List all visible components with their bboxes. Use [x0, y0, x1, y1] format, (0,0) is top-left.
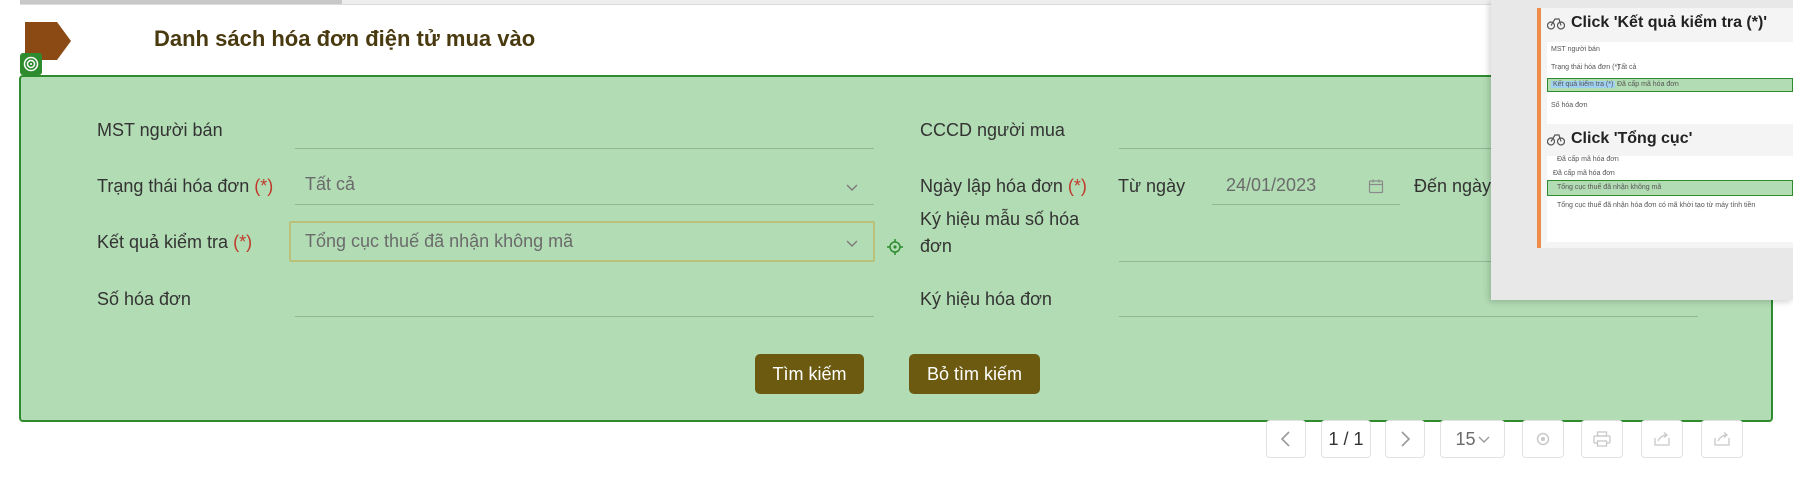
tu-ngay-underline: [1212, 204, 1400, 205]
page-indicator: 1 / 1: [1321, 420, 1371, 458]
ky-hieu-mau-label-line2: đơn: [920, 236, 952, 256]
gear-icon: [1536, 432, 1550, 446]
scrollbar-thumb[interactable]: [20, 0, 342, 4]
ket-qua-label: Kết quả kiểm tra (*): [97, 232, 252, 253]
search-button[interactable]: Tìm kiếm: [755, 354, 864, 394]
mst-nguoi-ban-label: MST người bán: [97, 120, 223, 140]
cccd-nguoi-mua-label: CCCD người mua: [920, 120, 1065, 140]
crosshair-icon: [887, 239, 903, 255]
trang-thai-label: Trạng thái hóa đơn (*): [97, 176, 273, 197]
tutorial-steps-panel: Click 'Kết quả kiểm tra (*)' MST người b…: [1491, 0, 1793, 300]
mini-option-2: Tổng cục thuế đã nhận hóa đơn có mã khởi…: [1557, 202, 1756, 209]
ket-qua-label-text: Kết quả kiểm tra: [97, 232, 229, 252]
mini-da-cap: Đã cấp mã hóa đơn: [1617, 81, 1679, 88]
trang-thai-select[interactable]: Tất cả: [305, 174, 355, 195]
bicycle-icon: [1547, 18, 1565, 30]
next-page-button[interactable]: [1385, 420, 1425, 458]
step-title-text: Click 'Kết quả kiểm tra (*)': [1571, 14, 1768, 31]
page-title: Danh sách hóa đơn điện tử mua vào: [154, 26, 536, 51]
step-screenshot: MST người bán Trạng thái hóa đơn (*) Tất…: [1547, 42, 1793, 124]
step-card-ket-qua[interactable]: Click 'Kết quả kiểm tra (*)' MST người b…: [1537, 8, 1793, 128]
mini-top-text: Đã cấp mã hóa đơn: [1557, 156, 1619, 163]
clear-search-button[interactable]: Bỏ tìm kiếm: [909, 354, 1040, 394]
ky-hieu-mau-label: Ký hiệu mẫu số hóa đơn: [920, 206, 1079, 260]
mini-so-hoa-don-label: Số hóa đơn: [1551, 102, 1588, 109]
chevron-down-icon[interactable]: [846, 181, 858, 193]
export-button-1[interactable]: [1641, 420, 1683, 458]
printer-icon: [1593, 431, 1611, 447]
print-button[interactable]: [1581, 420, 1623, 458]
calendar-icon[interactable]: [1368, 178, 1384, 194]
chevron-down-icon: [1478, 436, 1490, 443]
so-hoa-don-input[interactable]: [295, 316, 874, 317]
ky-hieu-hoa-don-label: Ký hiệu hóa đơn: [920, 289, 1052, 309]
ngay-lap-label-text: Ngày lập hóa đơn: [920, 176, 1063, 196]
chevron-right-icon: [1401, 431, 1411, 447]
tu-ngay-label: Từ ngày: [1118, 176, 1186, 196]
export-icon: [1654, 432, 1670, 446]
required-marker: (*): [233, 232, 253, 252]
mini-trang-thai-label: Trạng thái hóa đơn (*): [1551, 64, 1620, 71]
step-title-text: Click 'Tổng cục': [1571, 130, 1693, 147]
trang-thai-label-text: Trạng thái hóa đơn: [97, 176, 250, 196]
bicycle-icon: [1547, 134, 1565, 146]
target-icon: [20, 53, 42, 75]
den-ngay-label: Đến ngày: [1414, 176, 1492, 196]
settings-button[interactable]: [1522, 420, 1564, 458]
mini-mst-label: MST người bán: [1551, 46, 1600, 53]
trang-thai-underline: [295, 204, 874, 205]
page-size-select[interactable]: 15: [1440, 420, 1505, 458]
prev-page-button[interactable]: [1266, 420, 1306, 458]
ky-hieu-hoa-don-input[interactable]: [1119, 316, 1698, 317]
mini-tat-ca: Tất cả: [1617, 64, 1637, 71]
so-hoa-don-label: Số hóa đơn: [97, 289, 191, 309]
tu-ngay-input[interactable]: 24/01/2023: [1226, 175, 1316, 196]
step-screenshot: Đã cấp mã hóa đơn Đã cấp mã hóa đơn Tổng…: [1547, 156, 1793, 242]
required-marker: (*): [254, 176, 274, 196]
mini-header: Đã cấp mã hóa đơn: [1553, 170, 1615, 177]
step-title: Click 'Tổng cục': [1547, 130, 1692, 148]
export-button-2[interactable]: [1701, 420, 1743, 458]
ket-qua-selected-value: Tổng cục thuế đã nhận không mã: [305, 231, 574, 251]
step-title: Click 'Kết quả kiểm tra (*)': [1547, 14, 1767, 32]
page-size-value: 15: [1455, 428, 1476, 449]
required-marker: (*): [1067, 176, 1087, 196]
step-card-tong-cuc[interactable]: Click 'Tổng cục' Đã cấp mã hóa đơn Đã cấ…: [1537, 124, 1793, 248]
chevron-left-icon: [1280, 431, 1290, 447]
chevron-down-icon[interactable]: [846, 237, 858, 249]
ky-hieu-mau-label-line1: Ký hiệu mẫu số hóa: [920, 209, 1080, 229]
mst-nguoi-ban-input[interactable]: [295, 148, 874, 149]
mini-ket-qua-label: Kết quả kiểm tra (*): [1551, 81, 1616, 88]
ngay-lap-label: Ngày lập hóa đơn (*): [920, 176, 1087, 197]
export-icon: [1714, 432, 1730, 446]
mini-option-1: Tổng cục thuế đã nhận không mã: [1557, 184, 1662, 191]
